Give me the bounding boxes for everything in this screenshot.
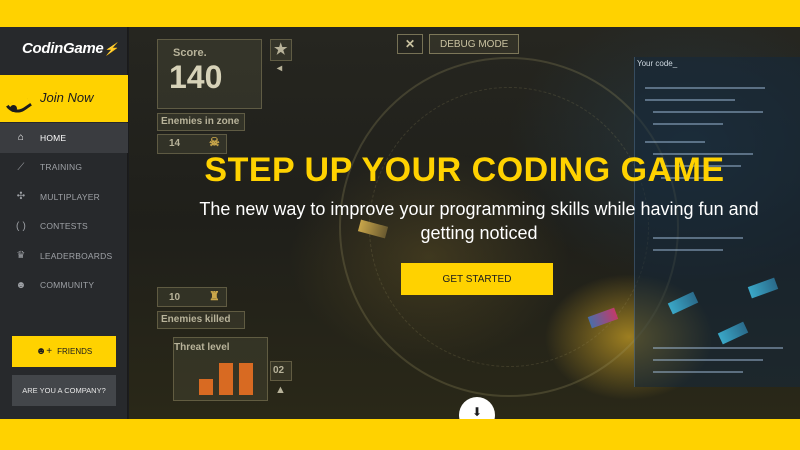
threat-bar-3 — [239, 363, 253, 395]
sidebar-item-label: TRAINING — [40, 162, 83, 173]
sidebar-item-community[interactable]: ☻ COMMUNITY — [0, 271, 128, 301]
community-icon: ☻ — [15, 279, 27, 291]
sidebar-item-label: HOME — [40, 132, 67, 143]
threat-label: Threat level — [174, 342, 230, 353]
join-now-label: Join Now — [40, 90, 94, 105]
spark-icon: ⚡ — [103, 42, 119, 56]
dot-icon — [10, 105, 17, 112]
skull-icon: ☠ — [209, 135, 220, 149]
threat-value: 02 — [273, 365, 285, 376]
sidebar: CodinGame⚡ Join Now ⌂ HOME ⟋ TRAINING ✣ … — [0, 27, 128, 419]
hero-subtitle: The new way to improve your programming … — [199, 199, 759, 243]
back-arrow-icon: ◂ — [277, 63, 283, 74]
score-label: Score. — [173, 47, 207, 59]
logo-text: CodinGame — [22, 40, 104, 57]
ship-icon: ▲ — [275, 384, 286, 396]
code-line — [653, 111, 763, 113]
sidebar-item-label: LEADERBOARDS — [40, 250, 113, 261]
hero-headline: STEP UP YOUR CODING GAME — [204, 151, 725, 189]
enemies-zone-value: 14 — [169, 138, 181, 149]
sidebar-item-label: CONTESTS — [40, 221, 88, 232]
arrow-down-icon: ⬇ — [471, 405, 483, 419]
trophy-icon: ♛ — [16, 250, 26, 262]
threat-bar-2 — [219, 363, 233, 395]
code-line — [645, 99, 735, 101]
add-friend-icon: ☻+ — [35, 346, 53, 357]
debug-mode-label: DEBUG MODE — [429, 34, 520, 54]
get-started-button[interactable]: GET STARTED — [401, 263, 553, 295]
join-now-button[interactable]: Join Now — [0, 75, 128, 122]
enemies-killed-value: 10 — [169, 292, 181, 303]
code-line — [653, 371, 743, 373]
multiplayer-icon: ✣ — [16, 191, 26, 203]
sidebar-item-label: MULTIPLAYER — [40, 191, 100, 202]
sidebar-item-multiplayer[interactable]: ✣ MULTIPLAYER — [0, 182, 128, 212]
friends-label: FRIENDS — [57, 347, 93, 356]
friends-button[interactable]: ☻+ FRIENDS — [12, 336, 116, 367]
sidebar-item-leaderboards[interactable]: ♛ LEADERBOARDS — [0, 241, 128, 271]
code-line — [645, 87, 765, 89]
enemies-killed-label: Enemies killed — [161, 314, 231, 325]
close-icon[interactable]: ✕ — [397, 34, 423, 54]
sidebar-item-training[interactable]: ⟋ TRAINING — [0, 153, 128, 183]
home-icon: ⌂ — [17, 132, 25, 144]
debug-mode-bar: ✕ DEBUG MODE — [397, 34, 520, 54]
sidebar-item-contests[interactable]: ( ) CONTESTS — [0, 212, 128, 242]
company-button[interactable]: ARE YOU A COMPANY? — [12, 375, 116, 406]
sidebar-item-label: COMMUNITY — [40, 280, 95, 291]
score-value: 140 — [169, 59, 223, 95]
code-panel-label: Your code_ — [637, 59, 678, 68]
contests-icon: ( ) — [15, 220, 27, 232]
star-icon: ★ — [274, 41, 288, 58]
training-icon: ⟋ — [17, 161, 25, 173]
code-line — [645, 141, 705, 143]
code-line — [653, 347, 783, 349]
code-line — [653, 123, 723, 125]
page-frame: Score. 140 ★ ◂ Enemies in zone 14 ☠ 10 ♜… — [0, 27, 800, 419]
soldier-icon: ♜ — [209, 289, 220, 303]
threat-bar-1 — [199, 379, 213, 395]
sidebar-item-home[interactable]: ⌂ HOME — [0, 123, 128, 153]
code-line — [653, 249, 723, 251]
code-line — [653, 359, 763, 361]
sidebar-nav: ⌂ HOME ⟋ TRAINING ✣ MULTIPLAYER ( ) CONT… — [0, 123, 128, 300]
logo[interactable]: CodinGame⚡ — [22, 40, 118, 57]
company-label: ARE YOU A COMPANY? — [22, 386, 106, 395]
enemies-zone-label: Enemies in zone — [161, 116, 240, 127]
